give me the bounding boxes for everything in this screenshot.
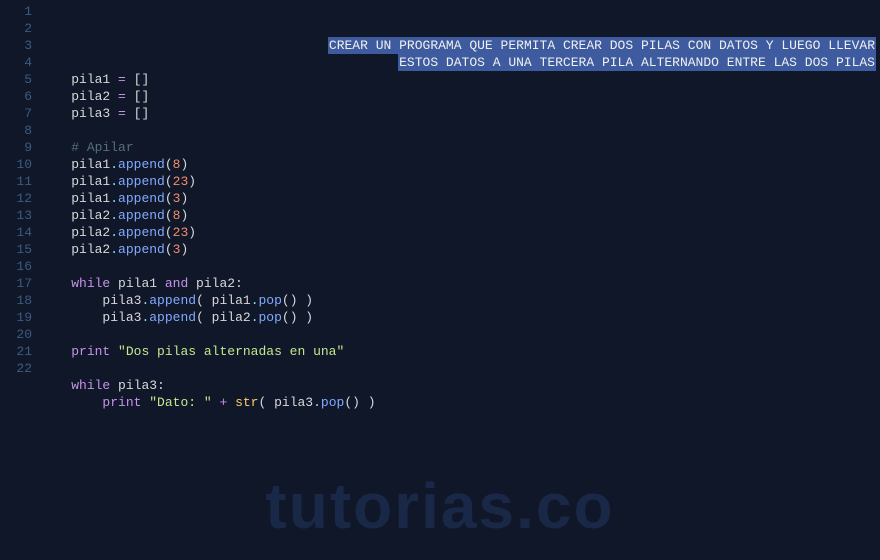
line-number: 8 (0, 122, 32, 139)
code-line[interactable] (40, 122, 880, 139)
code-line[interactable]: pila2.append(8) (40, 207, 880, 224)
code-line[interactable]: # Apilar (40, 139, 880, 156)
code-line[interactable]: pila2 = [] (40, 88, 880, 105)
code-line[interactable]: pila3 = [] (40, 105, 880, 122)
code-line[interactable]: pila1.append(23) (40, 173, 880, 190)
code-line[interactable] (40, 326, 880, 343)
line-number-gutter: 12345678910111213141516171819202122 (0, 0, 40, 411)
line-number: 4 (0, 54, 32, 71)
line-number: 2 (0, 20, 32, 37)
line-number: 16 (0, 258, 32, 275)
code-line[interactable]: while pila1 and pila2: (40, 275, 880, 292)
code-line[interactable] (40, 258, 880, 275)
line-number: 17 (0, 275, 32, 292)
line-number: 13 (0, 207, 32, 224)
line-number: 22 (0, 360, 32, 377)
code-line[interactable]: pila3.append( pila1.pop() ) (40, 292, 880, 309)
code-editor[interactable]: 12345678910111213141516171819202122 CREA… (0, 0, 880, 411)
line-number: 21 (0, 343, 32, 360)
line-number: 20 (0, 326, 32, 343)
line-number: 1 (0, 3, 32, 20)
code-line[interactable]: print "Dato: " + str( pila3.pop() ) (40, 394, 880, 411)
highlighted-comment: CREAR UN PROGRAMA QUE PERMITA CREAR DOS … (328, 37, 876, 54)
code-line[interactable] (40, 360, 880, 377)
code-line[interactable]: pila1.append(3) (40, 190, 880, 207)
line-number: 5 (0, 71, 32, 88)
line-number: 15 (0, 241, 32, 258)
code-line[interactable]: pila1.append(8) (40, 156, 880, 173)
code-content[interactable]: CREAR UN PROGRAMA QUE PERMITA CREAR DOS … (40, 0, 880, 411)
line-number: 6 (0, 88, 32, 105)
watermark-logo: tutorias.co (265, 498, 614, 515)
code-line[interactable]: pila1 = [] (40, 71, 880, 88)
code-line[interactable]: pila2.append(23) (40, 224, 880, 241)
line-number: 9 (0, 139, 32, 156)
line-number: 12 (0, 190, 32, 207)
line-number: 14 (0, 224, 32, 241)
line-number: 11 (0, 173, 32, 190)
code-line[interactable]: CREAR UN PROGRAMA QUE PERMITA CREAR DOS … (40, 37, 880, 54)
code-line[interactable]: pila3.append( pila2.pop() ) (40, 309, 880, 326)
highlighted-comment: ESTOS DATOS A UNA TERCERA PILA ALTERNAND… (398, 54, 876, 71)
code-line[interactable]: pila2.append(3) (40, 241, 880, 258)
code-line[interactable]: print "Dos pilas alternadas en una" (40, 343, 880, 360)
line-number: 18 (0, 292, 32, 309)
line-number: 19 (0, 309, 32, 326)
line-number: 3 (0, 37, 32, 54)
code-line[interactable]: while pila3: (40, 377, 880, 394)
code-line[interactable]: ESTOS DATOS A UNA TERCERA PILA ALTERNAND… (40, 54, 880, 71)
line-number: 10 (0, 156, 32, 173)
line-number: 7 (0, 105, 32, 122)
